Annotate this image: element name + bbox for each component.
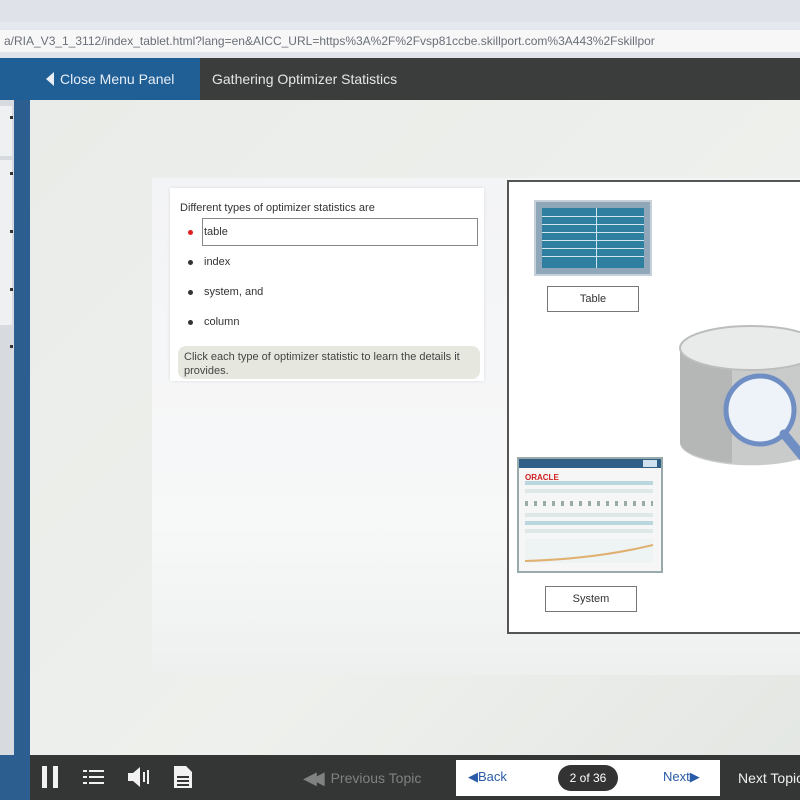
menu-item[interactable] bbox=[0, 106, 12, 156]
list-item-label: column bbox=[204, 316, 240, 328]
page-indicator: 2 of 36 bbox=[558, 765, 618, 791]
database-search-icon bbox=[679, 325, 800, 466]
back-button[interactable]: ◀Back bbox=[468, 769, 507, 785]
double-chevron-left-icon: ◀◀ bbox=[303, 768, 325, 788]
menu-panel bbox=[0, 100, 14, 755]
instruction-hint: Click each type of optimizer statistic t… bbox=[178, 346, 480, 379]
audio-icon[interactable] bbox=[126, 764, 152, 790]
previous-topic-button[interactable]: ◀◀ Previous Topic bbox=[303, 765, 421, 791]
menu-item[interactable] bbox=[0, 160, 12, 325]
system-graphic-icon[interactable]: ORACLE bbox=[517, 457, 663, 573]
menu-marker bbox=[10, 116, 13, 119]
url-field[interactable]: a/RIA_V3_1_3112/index_tablet.html?lang=e… bbox=[0, 30, 800, 52]
list-item-label: index bbox=[204, 256, 231, 268]
lesson-content: Different types of optimizer statistics … bbox=[30, 100, 800, 755]
list-item-column[interactable]: column bbox=[184, 308, 474, 336]
menu-marker bbox=[10, 345, 13, 348]
page-navigation: ◀Back 2 of 36 Next▶ bbox=[456, 760, 720, 796]
pause-icon[interactable] bbox=[40, 764, 60, 790]
transcript-icon[interactable] bbox=[172, 764, 194, 790]
next-topic-button[interactable]: Next Topic bbox=[738, 765, 800, 791]
menu-marker bbox=[10, 172, 13, 175]
list-item-system[interactable]: system, and bbox=[184, 278, 474, 306]
text-panel: Different types of optimizer statistics … bbox=[170, 188, 484, 381]
list-item-label: system, and bbox=[204, 286, 264, 298]
close-menu-panel-button[interactable]: Close Menu Panel bbox=[0, 58, 200, 100]
chevron-left-icon: ◀ bbox=[468, 769, 478, 784]
bottom-toolbar: ◀◀ Previous Topic ◀Back 2 of 36 Next▶ Ne… bbox=[0, 755, 800, 800]
list-item-label: table bbox=[204, 226, 228, 238]
table-graphic-icon[interactable] bbox=[534, 200, 652, 276]
bullet-icon bbox=[188, 230, 193, 235]
next-label: Next bbox=[663, 769, 690, 784]
next-button[interactable]: Next▶ bbox=[663, 769, 700, 785]
menu-list-icon[interactable] bbox=[82, 764, 106, 790]
menu-marker bbox=[10, 230, 13, 233]
selection-box bbox=[202, 218, 478, 246]
bullet-icon bbox=[188, 260, 193, 265]
slide: Different types of optimizer statistics … bbox=[152, 178, 800, 675]
left-frame-edge bbox=[0, 755, 30, 800]
course-header: Close Menu Panel Gathering Optimizer Sta… bbox=[0, 58, 800, 100]
menu-marker bbox=[10, 288, 13, 291]
browser-address-bar: a/RIA_V3_1_3112/index_tablet.html?lang=e… bbox=[0, 0, 800, 59]
chevron-left-icon bbox=[46, 72, 54, 86]
browser-tab-strip bbox=[0, 0, 800, 22]
bullet-icon bbox=[188, 290, 193, 295]
chevron-right-icon: ▶ bbox=[689, 769, 700, 784]
list-item-table[interactable]: table bbox=[184, 218, 478, 246]
intro-text: Different types of optimizer statistics … bbox=[180, 202, 375, 214]
previous-topic-label: Previous Topic bbox=[330, 770, 422, 786]
bullet-icon bbox=[188, 320, 193, 325]
close-menu-label: Close Menu Panel bbox=[60, 71, 175, 87]
system-label-button[interactable]: System bbox=[545, 586, 637, 612]
back-label: Back bbox=[478, 769, 507, 784]
course-title: Gathering Optimizer Statistics bbox=[212, 71, 398, 87]
statistics-diagram: Table ORACLE System bbox=[507, 180, 800, 634]
table-label-button[interactable]: Table bbox=[547, 286, 639, 312]
list-item-index[interactable]: index bbox=[184, 248, 474, 276]
